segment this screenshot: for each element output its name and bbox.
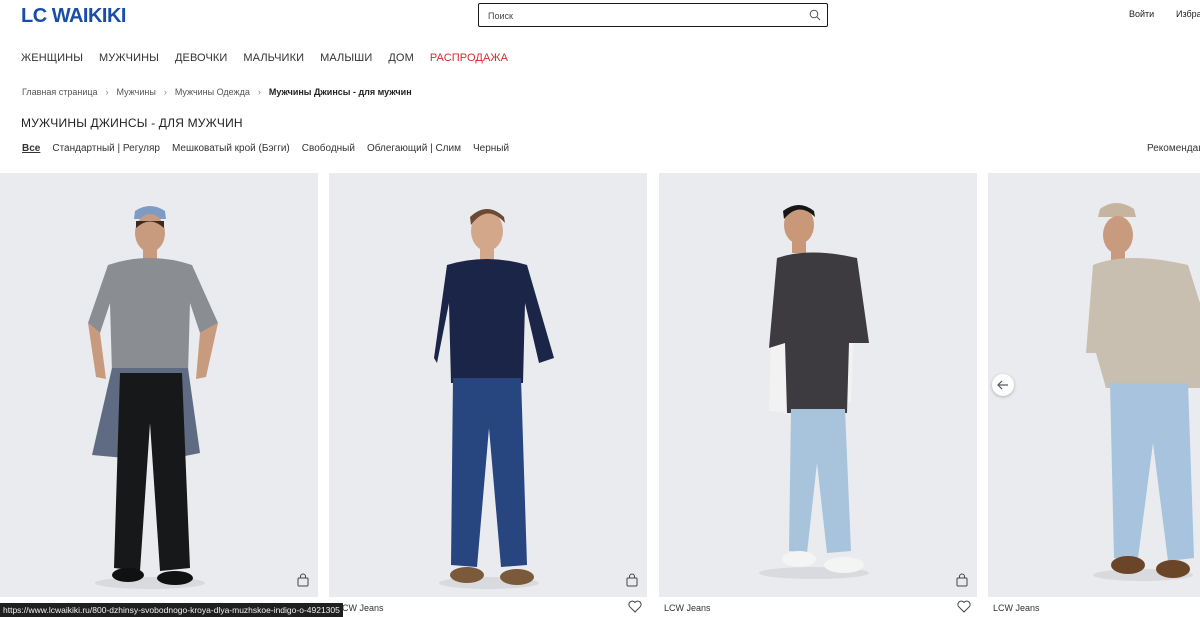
chevron-right-icon: › bbox=[105, 87, 109, 97]
search-input[interactable] bbox=[486, 6, 800, 26]
breadcrumb: Главная страница › Мужчины › Мужчины Оде… bbox=[22, 87, 412, 97]
nav-sale[interactable]: РАСПРОДАЖА bbox=[430, 52, 508, 64]
nav-women[interactable]: ЖЕНЩИНЫ bbox=[21, 52, 83, 64]
filter-regular[interactable]: Стандартный | Регуляр bbox=[52, 143, 160, 154]
filter-black[interactable]: Черный bbox=[473, 143, 509, 154]
category-nav: ЖЕНЩИНЫ МУЖЧИНЫ ДЕВОЧКИ МАЛЬЧИКИ МАЛЫШИ … bbox=[21, 52, 508, 64]
product-image bbox=[988, 173, 1200, 597]
filter-loose[interactable]: Свободный bbox=[302, 143, 355, 154]
nav-boys[interactable]: МАЛЬЧИКИ bbox=[243, 52, 304, 64]
product-image bbox=[659, 173, 977, 597]
breadcrumb-men-clothing[interactable]: Мужчины Одежда bbox=[175, 87, 250, 97]
carousel-prev-button[interactable] bbox=[992, 374, 1014, 396]
heart-icon[interactable] bbox=[957, 600, 971, 613]
filter-slim[interactable]: Облегающий | Слим bbox=[367, 143, 461, 154]
chevron-right-icon: › bbox=[257, 87, 261, 97]
breadcrumb-home[interactable]: Главная страница bbox=[22, 87, 98, 97]
chevron-right-icon: › bbox=[163, 87, 167, 97]
product-card[interactable] bbox=[0, 173, 318, 597]
shopping-bag-icon[interactable] bbox=[296, 573, 310, 587]
filter-baggy[interactable]: Мешковатый крой (Бэгги) bbox=[172, 143, 290, 154]
breadcrumb-current: Мужчины Джинсы - для мужчин bbox=[268, 87, 412, 97]
nav-babies[interactable]: МАЛЫШИ bbox=[320, 52, 372, 64]
heart-icon[interactable] bbox=[628, 600, 642, 613]
product-card[interactable] bbox=[659, 173, 977, 597]
product-image bbox=[0, 173, 318, 597]
logo[interactable]: LC WAIKIKI bbox=[21, 5, 127, 28]
page-title: МУЖЧИНЫ ДЖИНСЫ - ДЛЯ МУЖЧИН bbox=[21, 116, 243, 130]
shopping-bag-icon[interactable] bbox=[625, 573, 639, 587]
favorites-link[interactable]: Избра bbox=[1176, 9, 1200, 19]
product-image bbox=[329, 173, 647, 597]
search-box[interactable] bbox=[478, 3, 828, 27]
nav-men[interactable]: МУЖЧИНЫ bbox=[99, 52, 159, 64]
arrow-left-icon bbox=[997, 380, 1008, 390]
status-bar-url: https://www.lcwaikiki.ru/800-dzhinsy-svo… bbox=[0, 603, 343, 617]
sort-dropdown[interactable]: Рекомендации bbox=[1147, 143, 1200, 154]
product-card[interactable] bbox=[329, 173, 647, 597]
filter-bar: Все Стандартный | Регуляр Мешковатый кро… bbox=[22, 143, 509, 154]
filter-all[interactable]: Все bbox=[22, 143, 40, 154]
product-brand: LCW Jeans bbox=[337, 603, 384, 613]
nav-girls[interactable]: ДЕВОЧКИ bbox=[175, 52, 227, 64]
header: LC WAIKIKI Войти Избра bbox=[0, 0, 1200, 40]
product-card[interactable] bbox=[988, 173, 1200, 597]
search-icon[interactable] bbox=[809, 9, 821, 21]
breadcrumb-men[interactable]: Мужчины bbox=[117, 87, 156, 97]
login-link[interactable]: Войти bbox=[1129, 9, 1154, 19]
nav-home[interactable]: ДОМ bbox=[388, 52, 413, 64]
shopping-bag-icon[interactable] bbox=[955, 573, 969, 587]
product-brand: LCW Jeans bbox=[664, 603, 711, 613]
product-brand: LCW Jeans bbox=[993, 603, 1040, 613]
